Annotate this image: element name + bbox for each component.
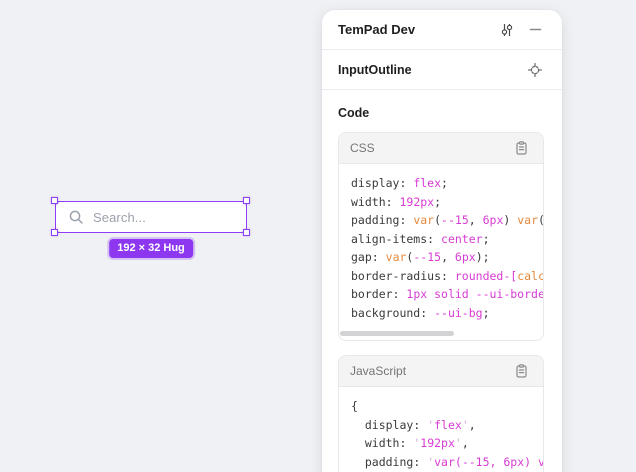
code-line: padding: var(--15, 6px) var(-- — [351, 211, 543, 230]
css-code-card: CSS display: flex;width: 192px;padding: … — [338, 132, 544, 341]
code-line: { — [351, 397, 543, 416]
code-line: border: 1px solid --ui-border- — [351, 285, 543, 304]
css-code-body[interactable]: display: flex;width: 192px;padding: var(… — [339, 164, 543, 327]
code-section: Code CSS display: flex;width: 192px;padd… — [322, 90, 562, 472]
minus-icon — [529, 23, 542, 36]
selection-handle-bottom-left[interactable] — [51, 229, 58, 236]
code-line: gap: var(--15, 6px); — [351, 248, 543, 267]
minimize-button[interactable] — [524, 19, 546, 41]
code-line: display: 'flex', — [351, 416, 543, 435]
css-scrollbar-thumb[interactable] — [340, 331, 454, 336]
code-line: width: '192px', — [351, 434, 543, 453]
panel-title: TemPad Dev — [338, 22, 496, 37]
js-code-body[interactable]: { display: 'flex', width: '192px', paddi… — [339, 387, 543, 472]
tempad-dev-panel: TemPad Dev InputOutline — [322, 10, 562, 472]
search-placeholder: Search... — [93, 210, 146, 225]
panel-header: TemPad Dev — [322, 10, 562, 50]
code-line: padding: 'var(--15, 6px) var — [351, 453, 543, 472]
size-badge: 192 × 32 Hug — [109, 239, 193, 258]
locate-button[interactable] — [524, 59, 546, 81]
copy-css-button[interactable] — [510, 137, 532, 159]
selected-component-name: InputOutline — [338, 63, 524, 77]
css-card-label: CSS — [350, 141, 510, 155]
js-code-card: JavaScript { display: 'flex', width: '19… — [338, 355, 544, 472]
js-card-label: JavaScript — [350, 364, 510, 378]
copy-js-button[interactable] — [510, 360, 532, 382]
preferences-button[interactable] — [496, 19, 518, 41]
code-line: background: --ui-bg; — [351, 304, 543, 323]
css-horizontal-scrollbar — [339, 329, 541, 338]
crosshair-icon — [528, 63, 542, 77]
code-section-title: Code — [338, 106, 544, 120]
selection-handle-bottom-right[interactable] — [243, 229, 250, 236]
code-line: border-radius: rounded-[calc(v — [351, 267, 543, 286]
selection-handle-top-left[interactable] — [51, 197, 58, 204]
clipboard-icon — [515, 364, 528, 378]
selection-handle-top-right[interactable] — [243, 197, 250, 204]
code-line: align-items: center; — [351, 230, 543, 249]
clipboard-icon — [515, 141, 528, 155]
css-card-header: CSS — [339, 133, 543, 164]
code-line: display: flex; — [351, 174, 543, 193]
js-card-header: JavaScript — [339, 356, 543, 387]
code-line: width: 192px; — [351, 193, 543, 212]
sliders-icon — [500, 23, 514, 37]
search-input-component[interactable]: Search... — [55, 201, 247, 233]
selected-component-row: InputOutline — [322, 50, 562, 90]
search-icon — [68, 209, 84, 225]
